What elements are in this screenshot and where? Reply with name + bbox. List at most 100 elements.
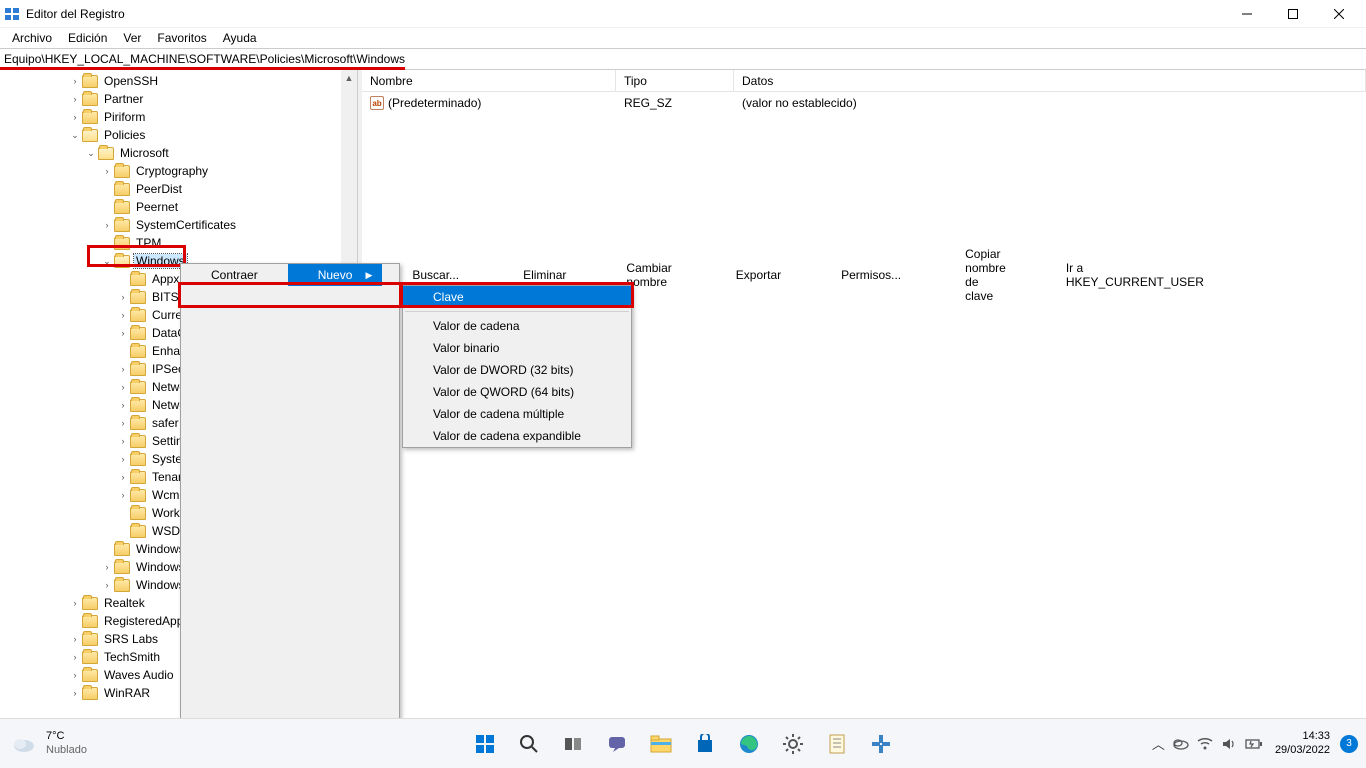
menu-item[interactable]: Buscar... bbox=[382, 264, 489, 286]
menu-item[interactable]: Valor de QWORD (64 bits) bbox=[403, 381, 631, 403]
tree-item[interactable]: PeerDist bbox=[0, 180, 357, 198]
list-row[interactable]: ab (Predeterminado) REG_SZ (valor no est… bbox=[362, 92, 1366, 114]
chevron-right-icon[interactable]: › bbox=[116, 470, 130, 484]
chevron-right-icon[interactable]: › bbox=[116, 398, 130, 412]
chevron-right-icon[interactable]: › bbox=[116, 434, 130, 448]
chevron-right-icon[interactable]: › bbox=[116, 488, 130, 502]
taskbar-weather[interactable]: 7°C Nublado bbox=[0, 730, 87, 758]
tree-item[interactable]: ›Piriform bbox=[0, 108, 357, 126]
chevron-right-icon[interactable]: › bbox=[116, 452, 130, 466]
menu-item[interactable]: Ir a HKEY_CURRENT_USER bbox=[1036, 264, 1234, 286]
close-button[interactable] bbox=[1316, 0, 1362, 28]
folder-icon bbox=[82, 111, 98, 124]
tree-label: Cryptography bbox=[134, 164, 210, 178]
clock[interactable]: 14:33 29/03/2022 bbox=[1275, 730, 1330, 756]
store-button[interactable] bbox=[686, 725, 724, 763]
chat-button[interactable] bbox=[598, 725, 636, 763]
tree-item[interactable]: Peernet bbox=[0, 198, 357, 216]
folder-icon bbox=[130, 471, 146, 484]
edge-button[interactable] bbox=[730, 725, 768, 763]
explorer-button[interactable] bbox=[642, 725, 680, 763]
notification-badge[interactable]: 3 bbox=[1340, 735, 1358, 753]
address-path: Equipo\HKEY_LOCAL_MACHINE\SOFTWARE\Polic… bbox=[4, 52, 405, 66]
menu-item[interactable]: Nuevo▶ bbox=[288, 264, 383, 286]
menu-item[interactable]: Valor de cadena expandible bbox=[403, 425, 631, 447]
tree-item[interactable]: ⌄Microsoft bbox=[0, 144, 357, 162]
chevron-right-icon[interactable]: › bbox=[68, 110, 82, 124]
minimize-button[interactable] bbox=[1224, 0, 1270, 28]
chevron-right-icon[interactable]: › bbox=[68, 74, 82, 88]
context-submenu[interactable]: ClaveValor de cadenaValor binarioValor d… bbox=[402, 285, 632, 448]
volume-icon[interactable] bbox=[1221, 737, 1237, 751]
chevron-right-icon[interactable]: › bbox=[68, 668, 82, 682]
column-type[interactable]: Tipo bbox=[616, 70, 734, 91]
menu-archivo[interactable]: Archivo bbox=[4, 29, 60, 47]
chevron-down-icon[interactable]: ⌄ bbox=[84, 146, 98, 160]
value-name: (Predeterminado) bbox=[388, 96, 481, 110]
folder-icon bbox=[114, 255, 130, 268]
chevron-up-icon[interactable]: ︿ bbox=[1152, 734, 1165, 753]
chevron-right-icon[interactable]: › bbox=[100, 578, 114, 592]
chevron-right-icon[interactable]: › bbox=[68, 596, 82, 610]
list-header: Nombre Tipo Datos bbox=[362, 70, 1366, 92]
chevron-right-icon[interactable]: › bbox=[116, 308, 130, 322]
system-tray[interactable]: ︿ bbox=[1152, 734, 1263, 753]
taskbar: 7°C Nublado ︿ 14:33 29/03/2022 3 bbox=[0, 718, 1366, 768]
folder-icon bbox=[130, 327, 146, 340]
folder-icon bbox=[114, 165, 130, 178]
menu-item[interactable]: Eliminar bbox=[493, 264, 596, 286]
chevron-right-icon[interactable]: › bbox=[100, 218, 114, 232]
tree-item[interactable]: › Cryptography bbox=[0, 162, 357, 180]
chevron-right-icon[interactable]: › bbox=[116, 416, 130, 430]
tree-item[interactable]: TPM bbox=[0, 234, 357, 252]
onedrive-icon[interactable] bbox=[1173, 738, 1189, 750]
wifi-icon[interactable] bbox=[1197, 737, 1213, 751]
folder-icon bbox=[82, 597, 98, 610]
menu-item[interactable]: Valor de cadena múltiple bbox=[403, 403, 631, 425]
tree-item[interactable]: ›SystemCertificates bbox=[0, 216, 357, 234]
chevron-right-icon[interactable]: › bbox=[68, 650, 82, 664]
chevron-right-icon[interactable]: › bbox=[100, 164, 114, 178]
chevron-right-icon[interactable]: › bbox=[68, 632, 82, 646]
chevron-right-icon[interactable]: › bbox=[68, 92, 82, 106]
maximize-button[interactable] bbox=[1270, 0, 1316, 28]
menu-item[interactable]: Exportar bbox=[706, 264, 811, 286]
menu-item[interactable]: Copiar nombre de clave bbox=[935, 264, 1036, 286]
chevron-right-icon[interactable]: › bbox=[116, 326, 130, 340]
notepad-button[interactable] bbox=[818, 725, 856, 763]
addressbar[interactable]: Equipo\HKEY_LOCAL_MACHINE\SOFTWARE\Polic… bbox=[0, 48, 1366, 70]
tree-item[interactable]: ›OpenSSH bbox=[0, 72, 357, 90]
chevron-down-icon[interactable]: ⌄ bbox=[100, 254, 114, 268]
app-button[interactable] bbox=[862, 725, 900, 763]
menu-item[interactable]: Contraer bbox=[181, 264, 288, 286]
menu-edicion[interactable]: Edición bbox=[60, 29, 115, 47]
column-name[interactable]: Nombre bbox=[362, 70, 616, 91]
settings-button[interactable] bbox=[774, 725, 812, 763]
battery-icon[interactable] bbox=[1245, 738, 1263, 750]
chevron-right-icon[interactable]: › bbox=[100, 560, 114, 574]
column-data[interactable]: Datos bbox=[734, 70, 1366, 91]
chevron-right-icon[interactable]: › bbox=[68, 686, 82, 700]
menu-favoritos[interactable]: Favoritos bbox=[149, 29, 214, 47]
menu-item[interactable]: Permisos... bbox=[811, 264, 931, 286]
taskview-button[interactable] bbox=[554, 725, 592, 763]
context-menu[interactable]: ContraerNuevo▶Buscar...EliminarCambiar n… bbox=[180, 263, 400, 768]
search-button[interactable] bbox=[510, 725, 548, 763]
tree-item[interactable]: ⌄Policies bbox=[0, 126, 357, 144]
menu-item[interactable]: Cambiar nombre bbox=[596, 264, 701, 286]
menu-ver[interactable]: Ver bbox=[115, 29, 149, 47]
chevron-right-icon[interactable]: › bbox=[116, 290, 130, 304]
chevron-right-icon[interactable]: › bbox=[116, 362, 130, 376]
tree-item[interactable]: ›Partner bbox=[0, 90, 357, 108]
menu-item[interactable]: Clave bbox=[403, 286, 631, 308]
menu-item[interactable]: Valor binario bbox=[403, 337, 631, 359]
scroll-up-icon[interactable]: ▲ bbox=[341, 70, 357, 86]
chevron-down-icon[interactable]: ⌄ bbox=[68, 128, 82, 142]
chevron-right-icon[interactable]: › bbox=[116, 380, 130, 394]
folder-icon bbox=[130, 507, 146, 520]
taskbar-right: ︿ 14:33 29/03/2022 3 bbox=[1152, 730, 1366, 756]
menu-item[interactable]: Valor de cadena bbox=[403, 315, 631, 337]
menu-item[interactable]: Valor de DWORD (32 bits) bbox=[403, 359, 631, 381]
start-button[interactable] bbox=[466, 725, 504, 763]
menu-ayuda[interactable]: Ayuda bbox=[215, 29, 265, 47]
